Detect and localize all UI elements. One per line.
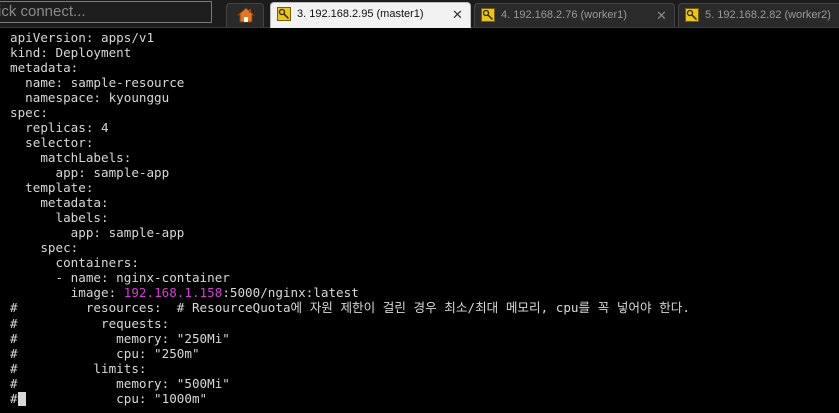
terminal-line: - name: nginx-container xyxy=(10,270,230,285)
key-icon xyxy=(277,7,291,21)
terminal-line: containers: xyxy=(10,255,139,270)
terminal-line: app: sample-app xyxy=(10,165,170,180)
terminal-output[interactable]: apiVersion: apps/v1 kind: Deployment met… xyxy=(0,28,839,413)
tab-label: 4. 192.168.2.76 (worker1) xyxy=(501,9,627,21)
home-tab[interactable] xyxy=(226,3,264,27)
tab-master1[interactable]: 3. 192.168.2.95 (master1) ✕ xyxy=(270,2,471,28)
terminal-comment-line: # cpu: "250m" xyxy=(10,346,200,361)
tab-label: 3. 192.168.2.95 (master1) xyxy=(297,8,424,20)
quick-connect-input[interactable]: ick connect... xyxy=(0,1,212,23)
registry-ip: 192.168.1.158 xyxy=(123,285,223,300)
terminal-line-image: image: 192.168.1.158:5000/nginx:latest xyxy=(10,285,359,300)
terminal-line: metadata: xyxy=(10,60,79,75)
terminal-line: matchLabels: xyxy=(10,150,132,165)
terminal-line: selector: xyxy=(10,135,94,150)
terminal-line: namespace: kyounggu xyxy=(10,90,170,105)
terminal-window: ick connect... 3. 192.168.2.95 (master1)… xyxy=(0,0,839,413)
terminal-comment-line: # resources: # ResourceQuota에 자원 제한이 걸린 … xyxy=(10,300,690,315)
terminal-comment-line: # memory: "500Mi" xyxy=(10,376,230,391)
key-icon xyxy=(481,8,495,22)
terminal-line: template: xyxy=(10,180,94,195)
terminal-line: replicas: 4 xyxy=(10,120,109,135)
terminal-comment-line: # requests: xyxy=(10,316,170,331)
tab-worker1[interactable]: 4. 192.168.2.76 (worker1) ✕ xyxy=(474,3,675,27)
image-path: :5000/nginx:latest xyxy=(222,285,359,300)
close-icon[interactable]: ✕ xyxy=(656,8,667,24)
terminal-line: spec: xyxy=(10,240,79,255)
key-icon xyxy=(685,8,699,22)
terminal-line: kind: Deployment xyxy=(10,45,132,60)
terminal-comment-line: # memory: "250Mi" xyxy=(10,331,230,346)
tab-label: 5. 192.168.2.82 (worker2) xyxy=(705,9,831,21)
tab-bar: ick connect... 3. 192.168.2.95 (master1)… xyxy=(0,0,839,28)
close-icon[interactable]: ✕ xyxy=(452,7,463,23)
terminal-line: spec: xyxy=(10,105,48,120)
terminal-cursor xyxy=(18,392,26,406)
terminal-comment-line: # cpu: "1000m" xyxy=(10,391,208,406)
image-key: image: xyxy=(10,285,124,300)
terminal-line: name: sample-resource xyxy=(10,75,185,90)
terminal-line: metadata: xyxy=(10,195,109,210)
terminal-comment-line: # limits: xyxy=(10,361,147,376)
terminal-line: app: sample-app xyxy=(10,225,185,240)
terminal-line: labels: xyxy=(10,210,109,225)
home-icon xyxy=(237,7,255,23)
terminal-line: apiVersion: apps/v1 xyxy=(10,30,155,45)
tab-worker2[interactable]: 5. 192.168.2.82 (worker2) xyxy=(678,3,839,27)
